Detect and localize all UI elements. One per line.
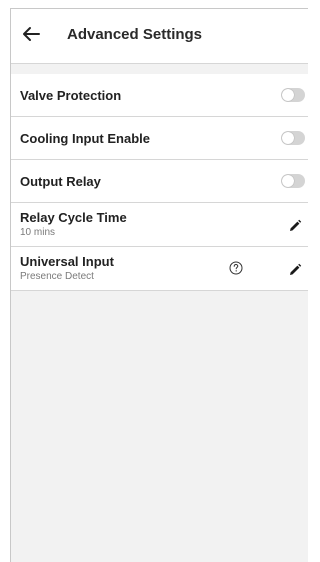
setting-label: Output Relay: [20, 174, 101, 189]
toggle-knob: [282, 89, 294, 101]
app-header: Advanced Settings: [11, 9, 308, 64]
toggle-knob: [282, 175, 294, 187]
setting-label: Cooling Input Enable: [20, 131, 150, 146]
setting-value: 10 mins: [20, 227, 56, 238]
setting-label: Relay Cycle Time: [20, 210, 127, 225]
page-title: Advanced Settings: [67, 26, 203, 43]
setting-row-cooling-input-enable: Cooling Input Enable: [11, 117, 308, 160]
setting-row-relay-cycle-time[interactable]: Relay Cycle Time 10 mins: [11, 203, 308, 247]
universal-input-edit-button[interactable]: [288, 263, 302, 277]
setting-row-output-relay: Output Relay: [11, 160, 308, 203]
toggle-knob: [282, 132, 294, 144]
question-circle-icon: [229, 261, 243, 275]
setting-label: Valve Protection: [20, 88, 122, 103]
back-button[interactable]: [19, 22, 43, 46]
output-relay-toggle[interactable]: [281, 174, 305, 188]
valve-protection-toggle[interactable]: [281, 88, 305, 102]
setting-row-universal-input[interactable]: Universal Input Presence Detect: [11, 247, 308, 291]
pencil-icon: [290, 219, 302, 231]
cooling-input-enable-toggle[interactable]: [281, 131, 305, 145]
setting-row-valve-protection: Valve Protection: [11, 74, 308, 117]
setting-value: Presence Detect: [20, 271, 94, 282]
arrow-left-icon: [23, 27, 40, 41]
universal-input-help-button[interactable]: [229, 261, 243, 275]
pencil-icon: [290, 263, 302, 275]
advanced-settings-screen: Advanced Settings Valve Protection Cooli…: [10, 8, 308, 562]
setting-label: Universal Input: [20, 254, 114, 269]
relay-cycle-time-edit-button[interactable]: [288, 219, 302, 233]
settings-list: Valve Protection Cooling Input Enable Ou…: [11, 74, 308, 291]
